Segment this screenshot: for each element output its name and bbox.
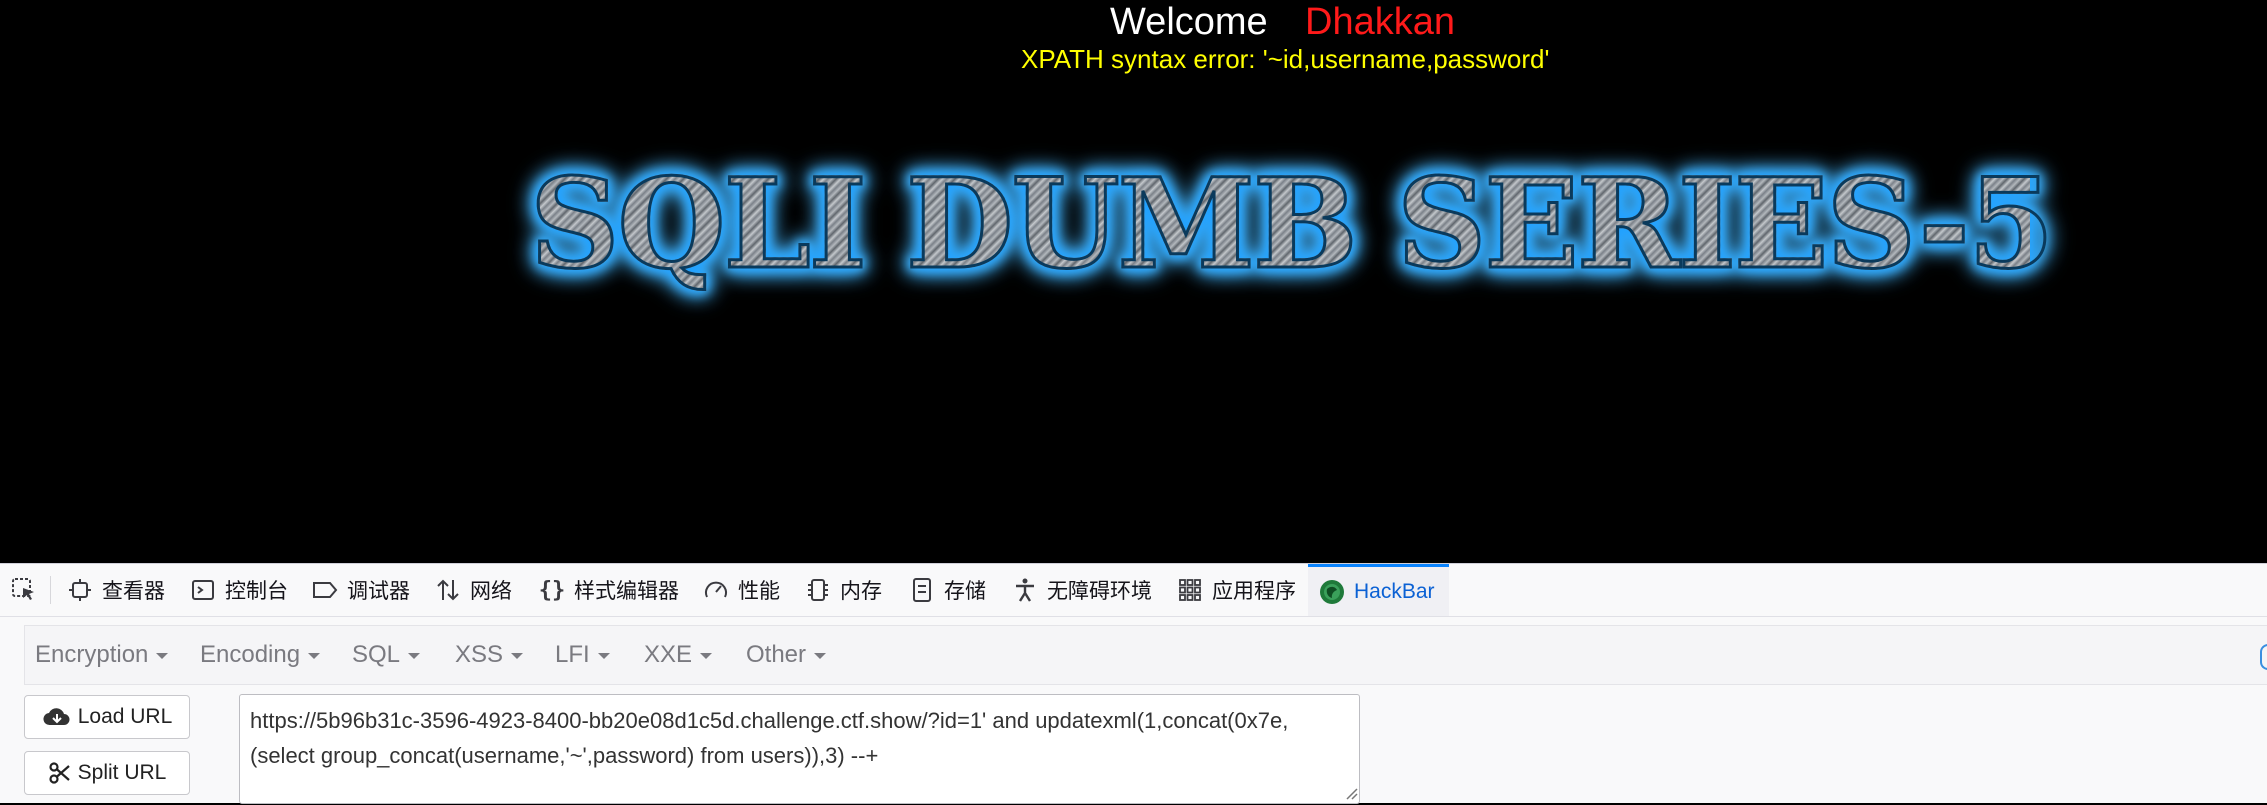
split-url-label: Split URL bbox=[77, 761, 167, 784]
tab-memory[interactable]: 内存 bbox=[804, 564, 882, 616]
tab-label: HackBar bbox=[1354, 579, 1435, 603]
scissors-icon bbox=[48, 761, 72, 785]
devtools-tabbar: 查看器 控制台 调试器 网络 {} 样式编辑器 性能 内存 存储 无障碍环境 应… bbox=[0, 564, 2267, 617]
tab-debugger[interactable]: 调试器 bbox=[311, 564, 410, 616]
caret-down-icon bbox=[700, 652, 713, 659]
tabbar-separator bbox=[50, 576, 51, 604]
hackbar-icon bbox=[1318, 578, 1346, 606]
toggle-edge-icon[interactable] bbox=[2260, 644, 2267, 670]
welcome-text: Welcome bbox=[1110, 1, 1268, 43]
tab-hackbar[interactable]: HackBar bbox=[1308, 564, 1449, 616]
menu-label: Other bbox=[746, 641, 807, 668]
url-input[interactable]: https://5b96b31c-3596-4923-8400-bb20e08d… bbox=[239, 694, 1360, 804]
username-text: Dhakkan bbox=[1305, 1, 1455, 43]
tab-label: 网络 bbox=[470, 580, 512, 603]
caret-down-icon bbox=[597, 652, 610, 659]
menu-encoding[interactable]: Encoding bbox=[200, 626, 321, 684]
menu-label: XSS bbox=[455, 641, 504, 668]
debugger-icon bbox=[311, 576, 339, 604]
storage-icon bbox=[908, 576, 936, 604]
inspector-icon bbox=[66, 576, 94, 604]
console-icon bbox=[189, 576, 217, 604]
resize-grip-icon[interactable] bbox=[1342, 784, 1358, 800]
menu-xss[interactable]: XSS bbox=[455, 626, 524, 684]
split-url-button[interactable]: Split URL bbox=[24, 751, 190, 795]
menu-lfi[interactable]: LFI bbox=[555, 626, 610, 684]
tab-style-editor[interactable]: {} 样式编辑器 bbox=[538, 564, 679, 616]
menu-label: XXE bbox=[644, 641, 693, 668]
tab-label: 查看器 bbox=[102, 580, 165, 603]
style-editor-icon: {} bbox=[538, 577, 566, 603]
error-message: XPATH syntax error: '~id,username,passwo… bbox=[1021, 44, 1550, 74]
tab-label: 性能 bbox=[738, 580, 780, 603]
menu-label: Encryption bbox=[35, 641, 149, 668]
accessibility-icon bbox=[1011, 576, 1039, 604]
menu-label: SQL bbox=[352, 641, 401, 668]
caret-down-icon bbox=[814, 652, 827, 659]
application-icon bbox=[1176, 576, 1204, 604]
element-picker-icon[interactable] bbox=[10, 576, 38, 604]
menu-sql[interactable]: SQL bbox=[352, 626, 421, 684]
tab-accessibility[interactable]: 无障碍环境 bbox=[1011, 564, 1152, 616]
menu-label: LFI bbox=[555, 641, 590, 668]
menu-encryption[interactable]: Encryption bbox=[35, 626, 169, 684]
tab-performance[interactable]: 性能 bbox=[702, 564, 780, 616]
hackbar-menubar: Encryption Encoding SQL XSS LFI XXE Othe… bbox=[24, 625, 2267, 685]
tab-label: 调试器 bbox=[347, 580, 410, 603]
menu-other[interactable]: Other bbox=[746, 626, 827, 684]
banner-title: SQLI DUMB SERIES-5 bbox=[529, 150, 2056, 300]
menu-xxe[interactable]: XXE bbox=[644, 626, 713, 684]
tab-label: 样式编辑器 bbox=[574, 580, 679, 603]
tab-label: 内存 bbox=[840, 580, 882, 603]
menu-label: Encoding bbox=[200, 641, 301, 668]
cloud-download-icon bbox=[42, 705, 72, 729]
welcome-line: Welcome Dhakkan bbox=[0, 0, 2267, 44]
tab-application[interactable]: 应用程序 bbox=[1176, 564, 1296, 616]
web-page: Welcome Dhakkan XPATH syntax error: '~id… bbox=[0, 0, 2267, 563]
network-icon bbox=[434, 576, 462, 604]
load-url-button[interactable]: Load URL bbox=[24, 695, 190, 739]
tab-label: 存储 bbox=[944, 580, 986, 603]
tab-label: 控制台 bbox=[225, 580, 288, 603]
caret-down-icon bbox=[408, 652, 421, 659]
caret-down-icon bbox=[511, 652, 524, 659]
performance-icon bbox=[702, 576, 730, 604]
tab-console[interactable]: 控制台 bbox=[189, 564, 288, 616]
tab-storage[interactable]: 存储 bbox=[908, 564, 986, 616]
tab-label: 应用程序 bbox=[1212, 580, 1296, 603]
load-url-label: Load URL bbox=[77, 705, 173, 728]
devtools-panel: 查看器 控制台 调试器 网络 {} 样式编辑器 性能 内存 存储 无障碍环境 应… bbox=[0, 563, 2267, 804]
tab-network[interactable]: 网络 bbox=[434, 564, 512, 616]
caret-down-icon bbox=[308, 652, 321, 659]
memory-icon bbox=[804, 576, 832, 604]
caret-down-icon bbox=[156, 652, 169, 659]
tab-label: 无障碍环境 bbox=[1047, 580, 1152, 603]
tab-inspector[interactable]: 查看器 bbox=[66, 564, 165, 616]
